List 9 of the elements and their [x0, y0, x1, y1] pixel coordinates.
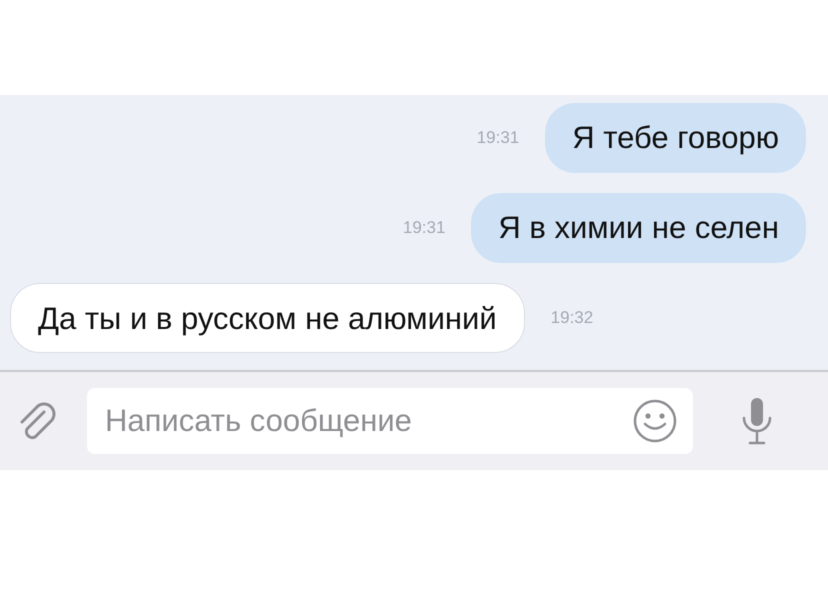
- message-time: 19:31: [402, 218, 446, 238]
- emoji-icon[interactable]: [633, 399, 677, 443]
- message-time: 19:32: [550, 308, 594, 328]
- sent-message: Я тебе говорю: [545, 103, 806, 173]
- microphone-icon[interactable]: [740, 396, 774, 446]
- message-time: 19:31: [476, 128, 520, 148]
- message-field[interactable]: Написать сообщение: [87, 388, 693, 454]
- received-message: Да ты и в русском не алюминий: [10, 283, 525, 353]
- sent-message: Я в химии не селен: [471, 193, 806, 263]
